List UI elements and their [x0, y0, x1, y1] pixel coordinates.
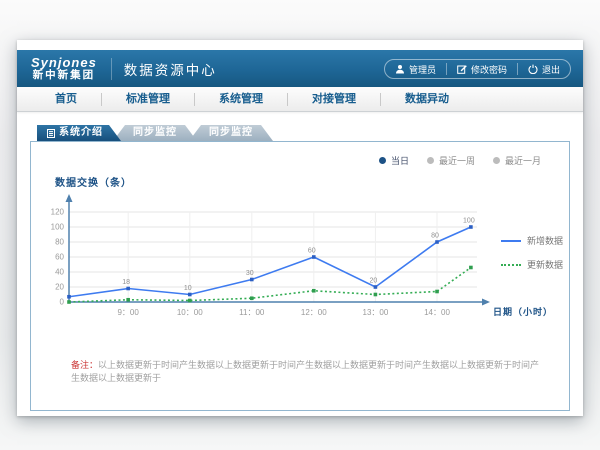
range-option-label: 最近一周: [439, 154, 475, 167]
user-menu[interactable]: 管理员: [385, 60, 446, 78]
range-option-last-week[interactable]: 最近一周: [427, 154, 475, 167]
user-label: 管理员: [409, 63, 436, 76]
svg-text:60: 60: [55, 253, 64, 262]
logo-brand: Synjones: [31, 56, 97, 70]
range-option-today[interactable]: 当日: [379, 154, 409, 167]
footnote: 备注：以上数据更新于时间产生数据以上数据更新于时间产生数据以上数据更新于时间产生…: [71, 359, 543, 384]
footnote-prefix: 备注：: [71, 360, 98, 370]
tab-sync-monitor-1[interactable]: 同步监控: [113, 125, 197, 141]
footnote-text: 以上数据更新于时间产生数据以上数据更新于时间产生数据以上数据更新于时间产生数据以…: [71, 360, 539, 383]
nav-item-integration[interactable]: 对接管理: [288, 87, 380, 111]
svg-text:10：00: 10：00: [177, 308, 203, 317]
legend-label: 更新数据: [527, 258, 563, 271]
range-option-last-month[interactable]: 最近一月: [493, 154, 541, 167]
svg-text:日期（小时）: 日期（小时）: [493, 306, 553, 317]
radio-dot-icon: [379, 157, 386, 164]
page-card: Synjones 新中新集团 数据资源中心 管理员 修改密码: [17, 40, 583, 416]
user-icon: [395, 64, 405, 74]
change-password-button[interactable]: 修改密码: [447, 60, 517, 78]
legend-item-新增数据: 新增数据: [501, 234, 563, 247]
logo-company: 新中新集团: [31, 70, 97, 81]
edit-password-icon: [457, 64, 467, 74]
chart-legend: 新增数据更新数据: [501, 234, 563, 282]
svg-text:120: 120: [51, 208, 65, 217]
svg-text:30: 30: [246, 270, 254, 277]
svg-text:13：00: 13：00: [363, 308, 389, 317]
radio-dot-icon: [427, 157, 434, 164]
nav-item-data-changes[interactable]: 数据异动: [381, 87, 473, 111]
svg-text:11：00: 11：00: [239, 308, 265, 317]
legend-item-更新数据: 更新数据: [501, 258, 563, 271]
svg-text:9：00: 9：00: [117, 308, 139, 317]
svg-text:20: 20: [370, 278, 378, 285]
tab-label: 系统介绍: [59, 125, 103, 141]
y-axis-title: 数据交换（条）: [55, 174, 132, 189]
svg-text:80: 80: [55, 238, 64, 247]
svg-text:100: 100: [51, 223, 65, 232]
user-toolbar: 管理员 修改密码 退出: [384, 59, 571, 79]
svg-text:0: 0: [60, 298, 65, 307]
document-icon: [47, 129, 55, 138]
header-divider: [111, 58, 112, 80]
svg-text:80: 80: [431, 233, 439, 240]
legend-label: 新增数据: [527, 234, 563, 247]
svg-text:14：00: 14：00: [424, 308, 450, 317]
legend-line-sample: [501, 240, 521, 242]
tab-label: 同步监控: [209, 125, 253, 141]
header: Synjones 新中新集团 数据资源中心 管理员 修改密码: [17, 50, 583, 87]
content-panel: 当日 最近一周 最近一月 数据交换（条） 0 20 40 60 80 100 120 9：00 10…: [30, 141, 570, 411]
range-option-label: 最近一月: [505, 154, 541, 167]
svg-text:12：00: 12：00: [301, 308, 327, 317]
logout-label: 退出: [542, 63, 560, 76]
line-chart-svg: 0 20 40 60 80 100 120 9：00 10：00 11：00 12：00 13：00 1…: [35, 190, 565, 338]
page-title: 数据资源中心: [124, 59, 217, 79]
tab-sync-monitor-2[interactable]: 同步监控: [189, 125, 273, 141]
change-password-label: 修改密码: [471, 63, 507, 76]
svg-text:18: 18: [122, 279, 130, 286]
svg-text:10: 10: [184, 285, 192, 292]
radio-dot-icon: [493, 157, 500, 164]
line-chart: 0 20 40 60 80 100 120 9：00 10：00 11：00 12：00 13：00 1…: [35, 190, 565, 338]
logout-icon: [528, 64, 538, 74]
range-filter: 当日 最近一周 最近一月: [379, 154, 541, 167]
nav-item-system[interactable]: 系统管理: [195, 87, 287, 111]
tab-bar: 系统介绍 同步监控 同步监控: [37, 125, 273, 141]
svg-text:20: 20: [55, 283, 64, 292]
range-option-label: 当日: [391, 154, 409, 167]
tab-system-intro[interactable]: 系统介绍: [37, 125, 121, 141]
svg-text:100: 100: [463, 218, 475, 225]
logo: Synjones 新中新集团: [31, 56, 97, 81]
nav-item-standards[interactable]: 标准管理: [102, 87, 194, 111]
tab-label: 同步监控: [133, 125, 177, 141]
svg-text:40: 40: [55, 268, 64, 277]
svg-text:60: 60: [308, 248, 316, 255]
legend-line-sample: [501, 264, 521, 266]
logout-button[interactable]: 退出: [518, 60, 570, 78]
main-nav: 首页标准管理系统管理对接管理数据异动: [17, 87, 583, 112]
nav-item-home[interactable]: 首页: [31, 87, 101, 111]
